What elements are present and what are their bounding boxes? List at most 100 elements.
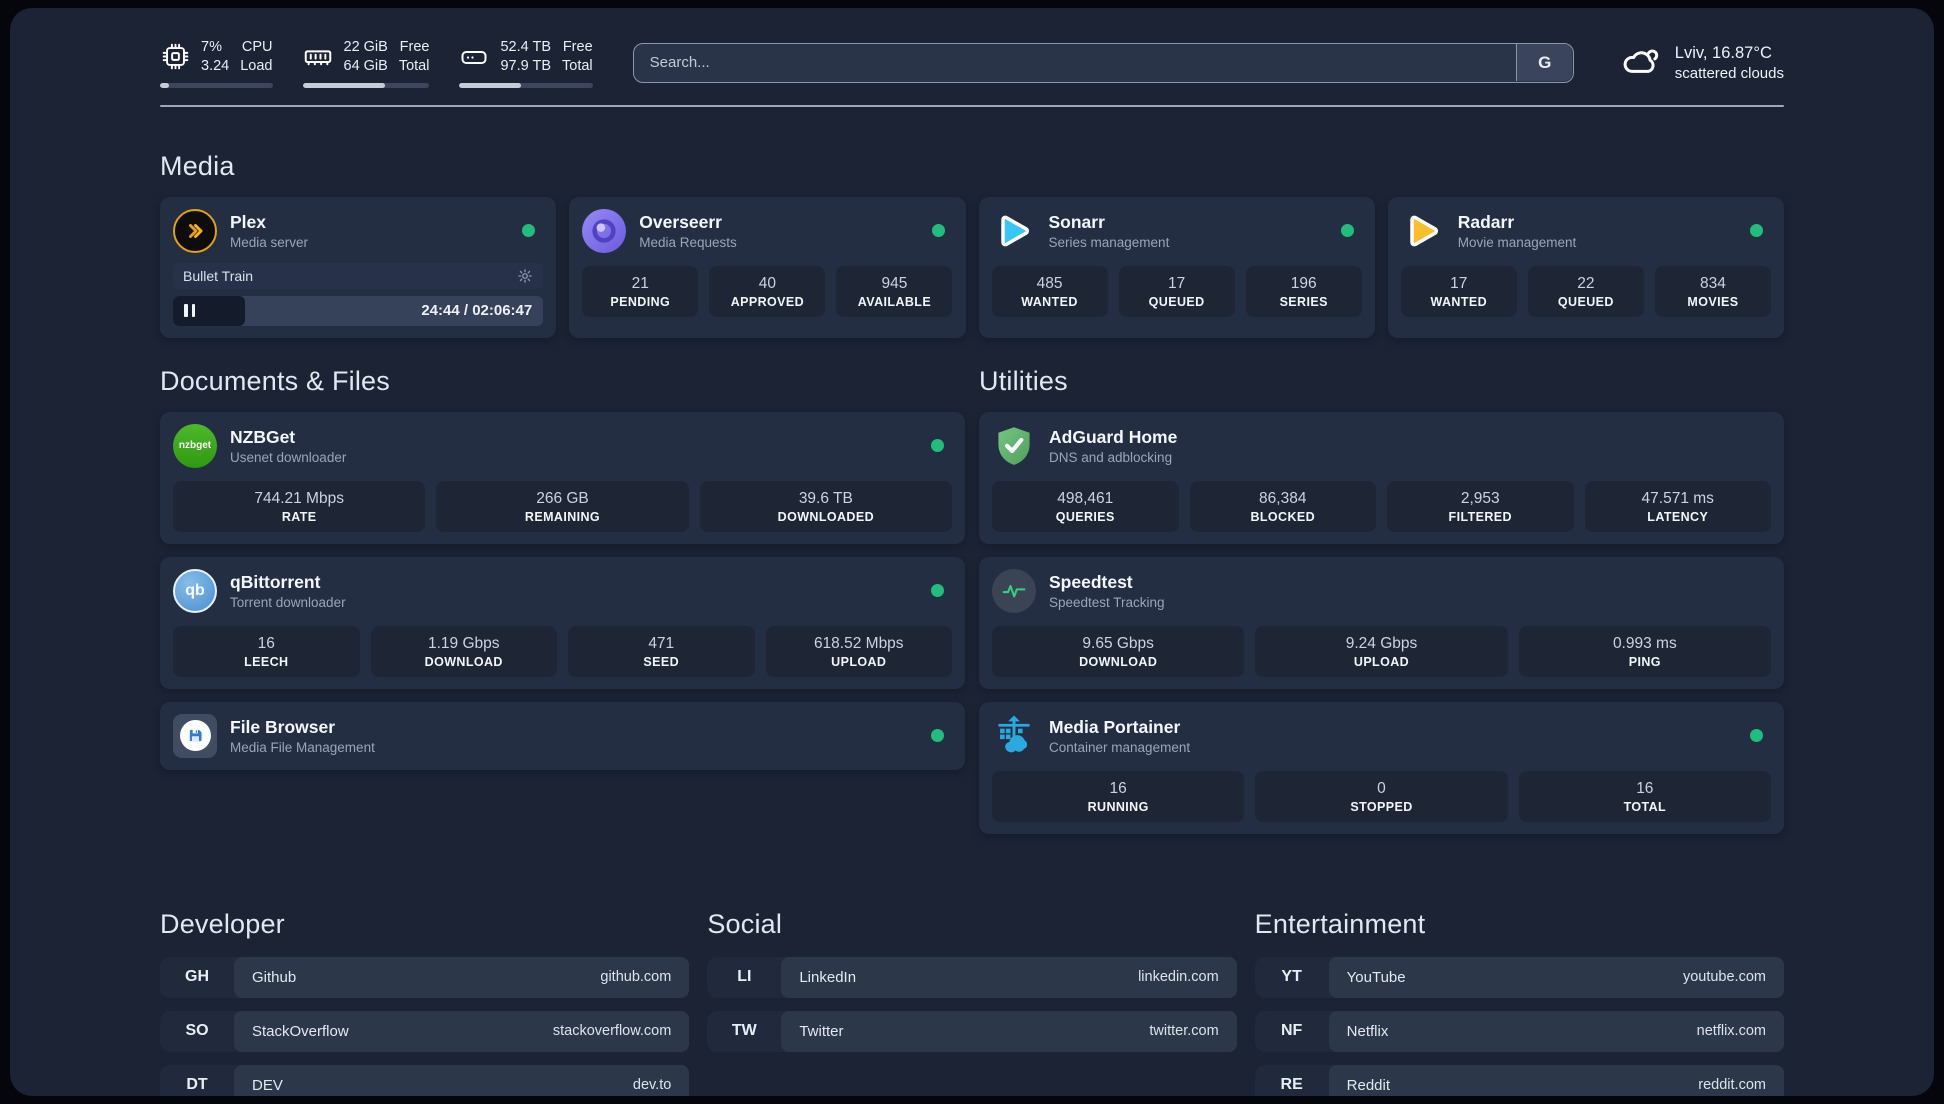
- bookmark-link[interactable]: DT DEV dev.to: [160, 1064, 690, 1096]
- stat-tile: 40 APPROVED: [709, 265, 826, 317]
- memory-stat: 22 GiB 64 GiB Free Total: [302, 38, 430, 88]
- app-description: Torrent downloader: [230, 594, 346, 610]
- portainer-icon: [992, 714, 1036, 758]
- app-description: Container management: [1049, 739, 1191, 755]
- storage-total-label: Total: [562, 57, 593, 74]
- storage-free-label: Free: [562, 39, 593, 55]
- stat-tile: 47.571 ms LATENCY: [1584, 480, 1771, 532]
- app-name: NZBGet: [230, 426, 296, 447]
- app-name: Sonarr: [1048, 211, 1105, 232]
- dashboard: 7% 3.24 CPU Load 22 GiB 64 GiB Free Tota…: [10, 8, 1934, 1096]
- sonarr-card[interactable]: Sonarr Series management 485 WANTED 17 Q…: [978, 196, 1375, 338]
- ram-icon: [303, 42, 333, 72]
- memory-total-label: Total: [398, 57, 430, 74]
- search-input[interactable]: [632, 42, 1574, 83]
- radarr-card[interactable]: Radarr Movie management 17 WANTED 22 QUE…: [1387, 196, 1784, 338]
- cpu-icon: [160, 42, 190, 72]
- cpu-progress-bar: [160, 82, 273, 88]
- overseerr-card[interactable]: Overseerr Media Requests 21 PENDING 40 A…: [569, 196, 966, 338]
- cpu-load-value: 3.24: [201, 57, 230, 74]
- stat-tile: 1.19 Gbps DOWNLOAD: [370, 625, 557, 677]
- status-dot: [1340, 224, 1354, 238]
- link-url: stackoverflow.com: [552, 1023, 672, 1040]
- link-name: YouTube: [1346, 968, 1406, 986]
- stat-tile: 834 MOVIES: [1654, 265, 1771, 317]
- nzbget-card[interactable]: nzbget NZBGet Usenet downloader 744.21 M…: [160, 411, 965, 544]
- speedtest-card[interactable]: Speedtest Speedtest Tracking 9.65 Gbps D…: [979, 556, 1784, 689]
- app-name: Media Portainer: [1049, 716, 1181, 737]
- stat-tile: 16 RUNNING: [992, 770, 1245, 822]
- gear-icon[interactable]: [517, 268, 533, 284]
- search-bar: G: [632, 42, 1574, 83]
- playback-progress-bar[interactable]: 24:44 / 02:06:47: [173, 295, 544, 326]
- app-description: Usenet downloader: [230, 449, 347, 465]
- stat-tile: 22 QUEUED: [1527, 265, 1644, 317]
- stat-tile: 485 WANTED: [991, 265, 1108, 317]
- bookmarks: Developer GH Github github.com SO StackO…: [160, 909, 1784, 1096]
- bookmark-link[interactable]: RE Reddit reddit.com: [1254, 1064, 1784, 1096]
- link-abbr: TW: [731, 1022, 757, 1040]
- bookmark-link[interactable]: YT YouTube youtube.com: [1254, 956, 1784, 998]
- bookmark-link[interactable]: LI LinkedIn linkedin.com: [707, 956, 1237, 998]
- adguard-icon: [992, 424, 1036, 468]
- entertainment-section: Entertainment YT YouTube youtube.com NF …: [1254, 909, 1784, 1096]
- top-bar: 7% 3.24 CPU Load 22 GiB 64 GiB Free Tota…: [160, 38, 1784, 88]
- header-divider: [160, 104, 1784, 107]
- social-section: Social LI LinkedIn linkedin.com TW Twitt…: [707, 908, 1237, 1065]
- link-abbr: GH: [185, 968, 209, 986]
- bookmark-link[interactable]: NF Netflix netflix.com: [1254, 1010, 1784, 1052]
- weather-widget: Lviv, 16.87°C scattered clouds: [1620, 39, 1784, 86]
- app-description: Movie management: [1457, 234, 1577, 250]
- cpu-load-label: Load: [240, 57, 273, 74]
- memory-free-label: Free: [399, 39, 430, 55]
- link-name: DEV: [252, 1076, 283, 1094]
- disk-icon: [459, 42, 489, 72]
- storage-total-value: 97.9 TB: [500, 57, 552, 74]
- link-url: linkedin.com: [1138, 969, 1219, 986]
- bookmark-link[interactable]: GH Github github.com: [160, 956, 690, 998]
- link-abbr: LI: [737, 968, 752, 986]
- now-playing-row: Bullet Train: [173, 262, 544, 289]
- app-description: Media server: [230, 234, 309, 250]
- pause-icon: [184, 304, 195, 318]
- link-url: dev.to: [632, 1077, 672, 1094]
- app-name: AdGuard Home: [1049, 426, 1178, 447]
- app-name: Plex: [230, 211, 266, 232]
- developer-section: Developer GH Github github.com SO StackO…: [160, 908, 690, 1096]
- cloud-icon: [1620, 39, 1662, 86]
- link-abbr: RE: [1280, 1076, 1303, 1094]
- link-name: Netflix: [1346, 1022, 1389, 1040]
- weather-condition: scattered clouds: [1674, 64, 1784, 82]
- storage-free-value: 52.4 TB: [500, 39, 552, 55]
- playback-time: 24:44 / 02:06:47: [421, 301, 533, 319]
- overseerr-icon: [582, 208, 627, 253]
- portainer-card[interactable]: Media Portainer Container management 16 …: [979, 701, 1784, 834]
- qbittorrent-card[interactable]: qb qBittorrent Torrent downloader 16 LEE…: [160, 556, 965, 689]
- stat-tile: 17 QUEUED: [1118, 265, 1235, 317]
- stat-tile: 0.993 ms PING: [1518, 625, 1771, 677]
- filebrowser-card[interactable]: File Browser Media File Management: [160, 701, 965, 770]
- stat-tile: 39.6 TB DOWNLOADED: [699, 480, 952, 532]
- link-url: netflix.com: [1696, 1023, 1766, 1040]
- bookmark-link[interactable]: SO StackOverflow stackoverflow.com: [160, 1010, 690, 1052]
- section-title-utilities: Utilities: [979, 365, 1068, 396]
- link-name: Github: [252, 968, 297, 986]
- app-name: qBittorrent: [230, 571, 321, 592]
- google-search-button[interactable]: G: [1516, 44, 1573, 82]
- section-title-developer: Developer: [160, 908, 285, 939]
- filebrowser-icon: [173, 713, 217, 758]
- app-description: DNS and adblocking: [1049, 449, 1173, 465]
- stat-tile: 618.52 Mbps UPLOAD: [765, 625, 952, 677]
- plex-icon: [173, 208, 217, 253]
- status-dot: [1750, 729, 1763, 743]
- bookmark-link[interactable]: TW Twitter twitter.com: [707, 1010, 1237, 1052]
- app-name: Overseerr: [639, 211, 722, 232]
- speedtest-icon: [992, 568, 1036, 613]
- documents-column: Documents & Files nzbget NZBGet Usenet d…: [160, 366, 965, 783]
- cpu-stat: 7% 3.24 CPU Load: [160, 38, 273, 88]
- stat-tile: 2,953 FILTERED: [1387, 480, 1574, 532]
- adguard-card[interactable]: AdGuard Home DNS and adblocking 498,461 …: [979, 411, 1784, 544]
- plex-card[interactable]: Plex Media server Bullet Train 24:44 / 0…: [160, 196, 557, 338]
- memory-free-value: 22 GiB: [343, 39, 388, 55]
- section-title-social: Social: [707, 908, 783, 939]
